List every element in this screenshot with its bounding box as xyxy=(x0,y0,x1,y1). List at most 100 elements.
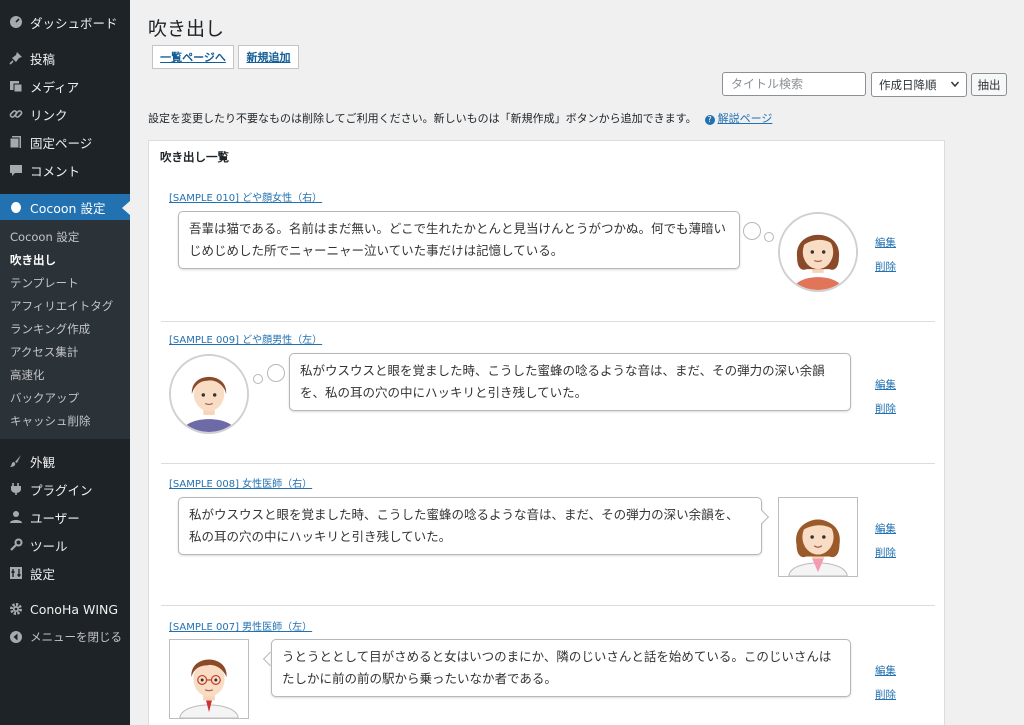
balloon-entry: [SAMPLE 010] どや顔女性（右） 吾輩は猫である。名前はまだ無い。どこ… xyxy=(161,181,935,322)
submenu-item-cocoon-settings[interactable]: Cocoon 設定 xyxy=(0,226,130,249)
edit-link[interactable]: 編集 xyxy=(875,663,896,678)
sidebar-item-pages[interactable]: 固定ページ xyxy=(0,128,130,156)
sidebar-item-label: プラグイン xyxy=(30,482,93,498)
wrench-icon xyxy=(8,537,24,553)
dashboard-icon xyxy=(8,14,24,30)
help-page-link[interactable]: 解説ページ xyxy=(718,112,773,125)
sidebar-item-label: 設定 xyxy=(30,566,56,582)
info-text: 設定を変更したり不要なものは削除してご利用ください。新しいものは「新規作成」ボタ… xyxy=(148,112,697,125)
delete-link[interactable]: 削除 xyxy=(875,259,896,274)
balloon-entry: [SAMPLE 007] 男性医師（左） うとうととして目がさめると女はいつのま… xyxy=(161,607,935,725)
submenu-item-backup[interactable]: バックアップ xyxy=(0,387,130,410)
page-icon xyxy=(8,134,24,150)
page-title: 吹き出し xyxy=(148,18,225,40)
sort-order-select[interactable]: 作成日降順 xyxy=(871,72,967,97)
sidebar-item-label: 投稿 xyxy=(30,51,56,67)
sidebar-item-conoha-wing[interactable]: ConoHa WING xyxy=(0,595,130,623)
chevron-down-icon xyxy=(950,79,960,92)
media-icon xyxy=(8,78,24,94)
settings-icon xyxy=(8,565,24,581)
extract-button[interactable]: 抽出 xyxy=(971,73,1007,96)
list-page-button[interactable]: 一覧ページへ xyxy=(152,45,234,69)
sidebar-item-label: ユーザー xyxy=(30,510,80,526)
balloon-entry: [SAMPLE 008] 女性医師（右） 私がウスウスと眼を覚ました時、こうした… xyxy=(161,465,935,606)
sidebar-item-appearance[interactable]: 外観 xyxy=(0,447,130,475)
delete-link[interactable]: 削除 xyxy=(875,545,896,560)
balloon-title-link[interactable]: [SAMPLE 008] 女性医師（右） xyxy=(169,475,312,490)
bubble-text: 吾輩は猫である。名前はまだ無い。どこで生れたかとんと見当けんとうがつかぬ。何でも… xyxy=(189,221,727,258)
thought-dot xyxy=(743,222,761,240)
balloon-list-panel: 吹き出し一覧 [SAMPLE 010] どや顔女性（右） 吾輩は猫である。名前は… xyxy=(148,140,945,725)
avatar-woman-smug xyxy=(778,212,858,292)
sidebar-item-label: メニューを閉じる xyxy=(30,630,122,644)
sidebar-item-dashboard[interactable]: ダッシュボード xyxy=(0,8,130,36)
info-line: 設定を変更したり不要なものは削除してご利用ください。新しいものは「新規作成」ボタ… xyxy=(148,110,772,126)
sidebar-item-label: 外観 xyxy=(30,454,56,470)
bubble-text: 私がウスウスと眼を覚ました時、こうした蜜蜂の唸るような音は、まだ、その弾力の深い… xyxy=(189,507,739,544)
sidebar-item-users[interactable]: ユーザー xyxy=(0,503,130,531)
submenu-item-ranking[interactable]: ランキング作成 xyxy=(0,318,130,341)
sidebar-item-cocoon-settings[interactable]: Cocoon 設定 xyxy=(0,194,130,220)
thought-dot xyxy=(267,364,285,382)
bubble-text: うとうととして目がさめると女はいつのまにか、隣のじいさんと話を始めている。このじ… xyxy=(282,649,832,686)
sidebar-item-label: ツール xyxy=(30,538,68,554)
balloon-entry: [SAMPLE 009] どや顔男性（左） 私がウスウスと眼を覚ました時、こうし… xyxy=(161,323,935,464)
delete-link[interactable]: 削除 xyxy=(875,401,896,416)
submenu-item-access-stats[interactable]: アクセス集計 xyxy=(0,341,130,364)
user-icon xyxy=(8,509,24,525)
submenu-item-balloons[interactable]: 吹き出し xyxy=(0,249,130,272)
bubble-text: 私がウスウスと眼を覚ました時、こうした蜜蜂の唸るような音は、まだ、その弾力の深い… xyxy=(300,363,825,400)
submenu-item-affiliate-tags[interactable]: アフィリエイトタグ xyxy=(0,295,130,318)
sidebar-item-links[interactable]: リンク xyxy=(0,100,130,128)
pin-icon xyxy=(8,50,24,66)
sidebar-item-media[interactable]: メディア xyxy=(0,72,130,100)
comment-icon xyxy=(8,162,24,178)
title-search-input[interactable] xyxy=(722,72,866,96)
delete-link[interactable]: 削除 xyxy=(875,687,896,702)
main-content: 吹き出し 一覧ページへ 新規追加 作成日降順 抽出 設定を変更したり不要なものは… xyxy=(130,0,1024,725)
edit-link[interactable]: 編集 xyxy=(875,235,896,250)
plugin-icon xyxy=(8,481,24,497)
avatar-man-smug xyxy=(169,354,249,434)
sidebar-item-label: Cocoon 設定 xyxy=(30,200,106,216)
balloon-title-link[interactable]: [SAMPLE 010] どや顔女性（右） xyxy=(169,189,322,204)
sidebar-item-label: リンク xyxy=(30,107,68,123)
sidebar-item-label: コメント xyxy=(30,163,81,179)
balloon-title-link[interactable]: [SAMPLE 007] 男性医師（左） xyxy=(169,618,312,633)
cocoon-submenu: Cocoon 設定 吹き出し テンプレート アフィリエイトタグ ランキング作成 … xyxy=(0,220,130,439)
sidebar-item-label: ConoHa WING xyxy=(30,601,119,617)
sidebar-item-settings[interactable]: 設定 xyxy=(0,559,130,587)
avatar-female-doctor xyxy=(778,497,858,577)
speech-bubble: 私がウスウスと眼を覚ました時、こうした蜜蜂の唸るような音は、まだ、その弾力の深い… xyxy=(178,497,762,555)
speech-bubble: 私がウスウスと眼を覚ました時、こうした蜜蜂の唸るような音は、まだ、その弾力の深い… xyxy=(289,353,851,411)
cocoon-icon xyxy=(8,199,24,215)
avatar-male-doctor xyxy=(169,639,249,719)
sidebar-item-plugins[interactable]: プラグイン xyxy=(0,475,130,503)
help-icon: ? xyxy=(704,115,715,125)
thought-dot xyxy=(253,374,263,384)
sidebar-item-tools[interactable]: ツール xyxy=(0,531,130,559)
admin-sidebar: ダッシュボード 投稿 メディア リンク 固定ページ コメント Cocoon 設定… xyxy=(0,0,130,725)
edit-link[interactable]: 編集 xyxy=(875,521,896,536)
sort-order-value: 作成日降順 xyxy=(879,77,937,92)
thought-dot xyxy=(764,232,774,242)
sidebar-item-posts[interactable]: 投稿 xyxy=(0,44,130,72)
sidebar-item-label: 固定ページ xyxy=(30,135,93,151)
add-new-button[interactable]: 新規追加 xyxy=(238,45,299,69)
sidebar-collapse-menu[interactable]: メニューを閉じる xyxy=(0,623,130,651)
speech-bubble: うとうととして目がさめると女はいつのまにか、隣のじいさんと話を始めている。このじ… xyxy=(271,639,851,697)
link-icon xyxy=(8,106,24,122)
sidebar-item-label: ダッシュボード xyxy=(30,15,118,31)
collapse-icon xyxy=(8,629,24,645)
balloon-title-link[interactable]: [SAMPLE 009] どや顔男性（左） xyxy=(169,331,322,346)
gear-icon xyxy=(8,601,24,617)
sidebar-item-comments[interactable]: コメント xyxy=(0,156,130,184)
submenu-item-speedup[interactable]: 高速化 xyxy=(0,364,130,387)
panel-title: 吹き出し一覧 xyxy=(160,150,229,164)
sidebar-item-label: メディア xyxy=(30,79,80,95)
brush-icon xyxy=(8,453,24,469)
submenu-item-cache-clear[interactable]: キャッシュ削除 xyxy=(0,410,130,433)
speech-bubble: 吾輩は猫である。名前はまだ無い。どこで生れたかとんと見当けんとうがつかぬ。何でも… xyxy=(178,211,740,269)
edit-link[interactable]: 編集 xyxy=(875,377,896,392)
submenu-item-templates[interactable]: テンプレート xyxy=(0,272,130,295)
